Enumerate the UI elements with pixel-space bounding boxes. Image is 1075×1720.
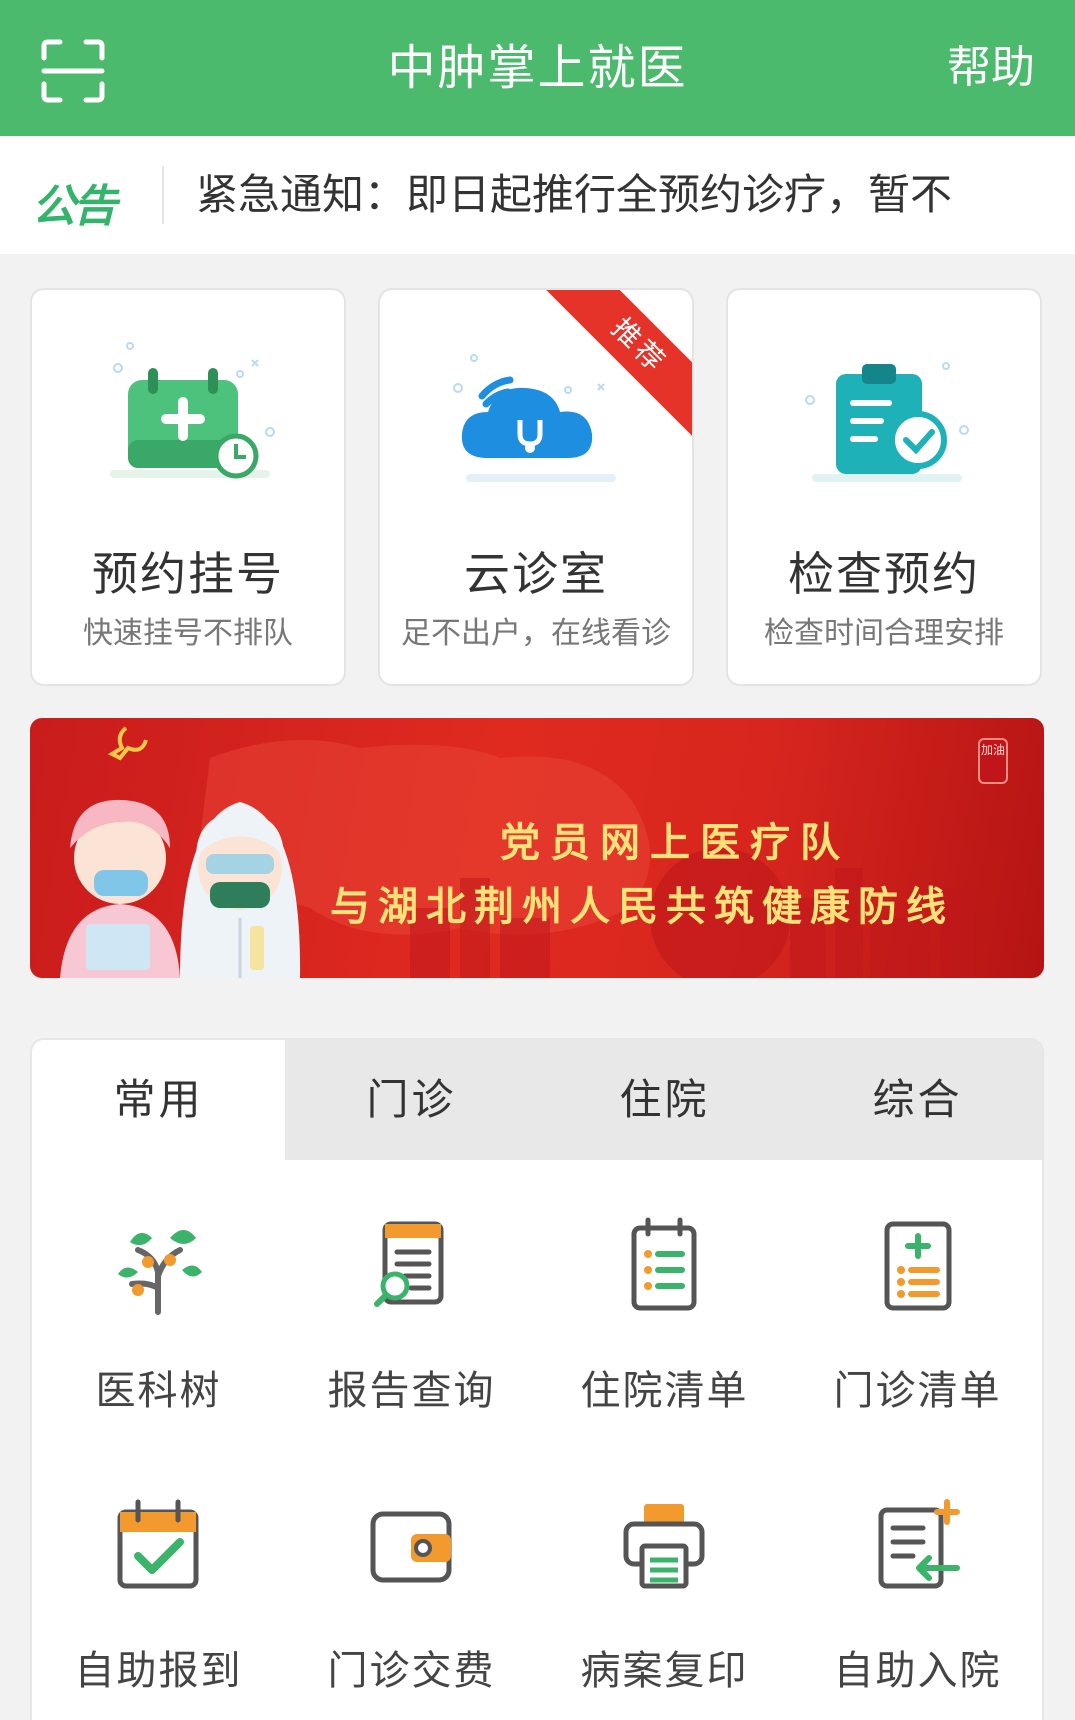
cloud-stethoscope-icon xyxy=(453,354,616,482)
grid-item-label: 门诊交费 xyxy=(327,1648,496,1694)
grid-item-label: 自助入院 xyxy=(833,1648,1002,1694)
grid-item-label: 自助报到 xyxy=(74,1648,243,1694)
tab-common[interactable]: 常用 xyxy=(32,1040,285,1160)
banner-seal: 加油 xyxy=(978,738,1008,784)
outpatient-list-icon xyxy=(884,1221,952,1311)
tab-inpatient[interactable]: 住院 xyxy=(538,1040,791,1160)
notice-tag: 公告 xyxy=(32,181,117,232)
card-cloud-clinic[interactable]: 推荐 云诊室 足不出户，在线看诊 xyxy=(378,288,694,686)
banner-subline: 与湖北荆州人民共筑健康防线 xyxy=(330,883,954,930)
notice-bar[interactable]: 公告 紧急通知：即日起推行全预约诊疗，暂不 xyxy=(0,136,1075,254)
grid-item-inpatient-list[interactable]: 住院清单 xyxy=(538,1216,791,1456)
grid-item-medical-tree[interactable]: 医科树 xyxy=(32,1216,285,1456)
card-title: 预约挂号 xyxy=(92,547,284,601)
calendar-plus-icon xyxy=(110,342,275,479)
clipboard-check-icon xyxy=(805,362,969,482)
card-subtitle: 检查时间合理安排 xyxy=(764,616,1004,651)
grid-item-self-admission[interactable]: 自助入院 xyxy=(791,1496,1042,1720)
app-header: 中肿掌上就医 帮助 xyxy=(0,0,1075,136)
tree-icon xyxy=(118,1230,202,1315)
grid-item-label: 住院清单 xyxy=(580,1368,749,1414)
function-panel: 常用 门诊 住院 综合 医科树 报告查询 住院清单 门诊清单 自助报到 门诊交费… xyxy=(30,1038,1044,1720)
grid-item-label: 医科树 xyxy=(95,1368,222,1414)
card-subtitle: 快速挂号不排队 xyxy=(83,616,293,651)
promo-banner[interactable]: 党员网上医疗队 与湖北荆州人民共筑健康防线 加油 xyxy=(30,718,1044,978)
inpatient-list-icon xyxy=(631,1217,697,1311)
card-subtitle: 足不出户，在线看诊 xyxy=(401,616,671,651)
wallet-icon xyxy=(370,1511,452,1583)
report-search-icon xyxy=(374,1221,444,1307)
tab-bar: 常用 门诊 住院 综合 xyxy=(32,1040,1042,1160)
grid-item-self-checkin[interactable]: 自助报到 xyxy=(32,1496,285,1720)
grid-item-report-search[interactable]: 报告查询 xyxy=(285,1216,538,1456)
nurse-figure xyxy=(60,799,180,978)
printer-icon xyxy=(623,1504,705,1589)
tab-outpatient[interactable]: 门诊 xyxy=(285,1040,538,1160)
card-exam-booking[interactable]: 检查预约 检查时间合理安排 xyxy=(726,288,1042,686)
grid-item-outpatient-list[interactable]: 门诊清单 xyxy=(791,1216,1042,1456)
admission-icon xyxy=(878,1499,960,1589)
banner-headline: 党员网上医疗队 xyxy=(500,819,850,866)
card-title: 云诊室 xyxy=(464,547,608,601)
grid-item-label: 报告查询 xyxy=(327,1368,496,1414)
grid-item-record-copy[interactable]: 病案复印 xyxy=(538,1496,791,1720)
card-title: 检查预约 xyxy=(788,547,980,601)
grid-item-label: 病案复印 xyxy=(580,1648,749,1694)
page-title: 中肿掌上就医 xyxy=(387,40,688,96)
grid-item-outpatient-payment[interactable]: 门诊交费 xyxy=(285,1496,538,1720)
grid-item-label: 门诊清单 xyxy=(833,1368,1002,1414)
tab-general[interactable]: 综合 xyxy=(791,1040,1042,1160)
notice-text[interactable]: 紧急通知：即日起推行全预约诊疗，暂不 xyxy=(196,136,1056,254)
help-button[interactable]: 帮助 xyxy=(947,0,1035,136)
card-appointment[interactable]: 预约挂号 快速挂号不排队 xyxy=(30,288,346,686)
calendar-check-icon xyxy=(117,1499,199,1589)
notice-divider xyxy=(162,166,164,224)
